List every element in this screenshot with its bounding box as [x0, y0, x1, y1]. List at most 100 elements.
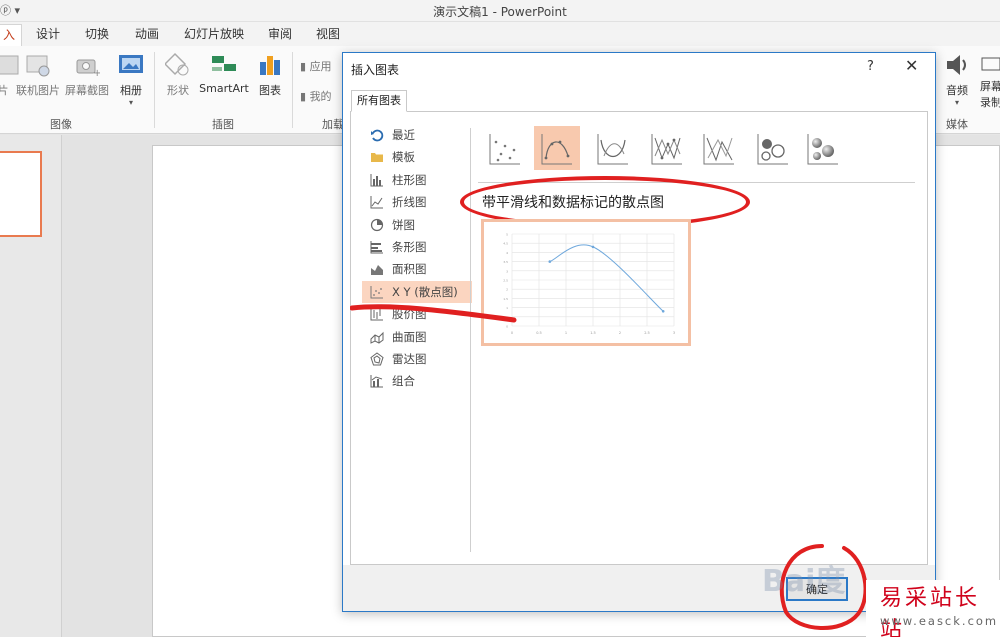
- subtype-scatter-smooth-lines-markers[interactable]: [534, 126, 580, 170]
- category-radar[interactable]: 雷达图: [362, 348, 472, 370]
- subtype-3d-bubble[interactable]: [800, 126, 846, 170]
- store-button[interactable]: ▮ 应用: [300, 58, 344, 74]
- shapes-button[interactable]: 形状: [162, 52, 194, 98]
- shapes-icon: [165, 52, 189, 76]
- category-templates[interactable]: 模板: [362, 146, 472, 168]
- category-recent[interactable]: 最近: [362, 124, 472, 146]
- slide-thumbnail[interactable]: [0, 151, 42, 237]
- chart-category-list: 最近 模板 柱形图 折线图 饼图 条形图 面积图 X Y (散点图) 股价图 曲…: [362, 124, 472, 393]
- pie-chart-icon: [370, 218, 384, 231]
- category-label: 面积图: [392, 262, 427, 277]
- dialog-title: 插入图表: [351, 63, 400, 77]
- shapes-label: 形状: [167, 84, 189, 97]
- chart-button[interactable]: 图表: [254, 52, 286, 98]
- x-tick-label: 2: [619, 331, 621, 335]
- my-addins-button[interactable]: ▮ 我的: [300, 88, 344, 104]
- category-pie[interactable]: 饼图: [362, 214, 472, 236]
- store-icon: ▮: [300, 60, 310, 73]
- close-button[interactable]: ✕: [905, 56, 918, 75]
- site-watermark-name: 易采站长站: [880, 586, 981, 637]
- tab-review[interactable]: 审阅: [262, 24, 298, 46]
- scatter-markers-icon: [489, 134, 520, 165]
- screen-recording-label-1: 屏幕: [980, 80, 1000, 93]
- svg-text:+: +: [93, 68, 100, 78]
- category-combo[interactable]: 组合: [362, 370, 472, 392]
- ribbon-tabs: 入 设计 切换 动画 幻灯片放映 审阅 视图: [0, 22, 1000, 46]
- screen-recording-button[interactable]: 屏幕 录制: [980, 52, 1000, 110]
- online-picture-icon: [26, 55, 50, 77]
- slide-thumbnail-pane: [0, 135, 62, 637]
- images-group-label: 图像: [50, 118, 72, 131]
- tab-view[interactable]: 视图: [310, 24, 346, 46]
- tab-transitions[interactable]: 切换: [79, 24, 115, 46]
- illustrations-group-label: 插图: [212, 118, 234, 131]
- recent-icon: [371, 129, 384, 142]
- screenshot-label: 屏幕截图: [65, 84, 109, 97]
- tab-slideshow[interactable]: 幻灯片放映: [178, 24, 250, 46]
- media-group-label: 媒体: [946, 118, 968, 131]
- chart-series-line: [549, 244, 664, 312]
- screen-recording-icon: [981, 57, 1000, 71]
- x-tick-label: 3: [673, 331, 675, 335]
- window-title: 演示文稿1 - PowerPoint: [433, 5, 567, 19]
- chart-subtype-gallery: [480, 126, 920, 170]
- radar-chart-icon: [370, 352, 384, 366]
- category-bar[interactable]: 条形图: [362, 236, 472, 258]
- y-tick-label: 3: [506, 269, 508, 273]
- bubble-icon: [757, 134, 788, 165]
- my-addins-label: 我的: [309, 90, 332, 103]
- tab-insert[interactable]: 入: [0, 24, 23, 46]
- subtype-scatter[interactable]: [482, 126, 528, 170]
- audio-label: 音频: [946, 84, 968, 97]
- chart-icon: [260, 56, 280, 75]
- chart-x-ticks: 0 0.5 1 1.5 2 2.5 3: [511, 331, 675, 335]
- screen-recording-label-2: 录制: [980, 96, 1000, 109]
- y-tick-label: 4: [506, 251, 508, 255]
- screenshot-button[interactable]: + 屏幕截图: [63, 52, 111, 98]
- combo-chart-icon: [370, 375, 383, 388]
- subtype-scatter-smooth-lines[interactable]: [590, 126, 636, 170]
- online-pictures-button[interactable]: 联机图片: [14, 52, 62, 98]
- speaker-icon: [947, 55, 966, 75]
- category-label: 雷达图: [392, 351, 427, 366]
- site-watermark-url: www.easck.com: [880, 614, 999, 628]
- subtype-scatter-straight-lines[interactable]: [696, 126, 742, 170]
- scatter-smooth-lines-markers-icon: [541, 134, 572, 165]
- line-chart-icon: [370, 196, 383, 209]
- chart-point: [661, 309, 665, 313]
- tab-all-charts[interactable]: 所有图表: [351, 90, 407, 112]
- subtype-bubble[interactable]: [750, 126, 796, 170]
- smartart-icon: [212, 56, 236, 71]
- y-tick-label: 2.5: [503, 279, 508, 283]
- ribbon-separator: [292, 52, 293, 128]
- ribbon-separator: [154, 52, 155, 128]
- baidu-watermark: Bai度: [762, 564, 846, 599]
- x-tick-label: 2.5: [644, 331, 650, 335]
- subtype-scatter-straight-lines-markers[interactable]: [644, 126, 690, 170]
- scatter-straight-lines-markers-icon: [651, 134, 682, 165]
- x-tick-label: 1.5: [590, 331, 596, 335]
- category-label: 条形图: [392, 239, 427, 254]
- category-label: 折线图: [392, 195, 427, 210]
- scatter-straight-lines-icon: [703, 134, 734, 165]
- y-tick-label: 2: [506, 288, 508, 292]
- annotation-underline: [350, 304, 517, 323]
- help-button[interactable]: ?: [867, 59, 874, 74]
- 3d-bubble-icon: [807, 134, 838, 165]
- chart-label: 图表: [259, 84, 281, 97]
- camera-icon: +: [76, 59, 100, 78]
- dropdown-arrow-icon: ▾: [954, 98, 959, 107]
- category-column[interactable]: 柱形图: [362, 169, 472, 191]
- audio-button[interactable]: 音频 ▾: [942, 52, 972, 107]
- pictures-button[interactable]: 片: [0, 52, 19, 98]
- photo-album-label: 相册: [120, 84, 142, 97]
- category-line[interactable]: 折线图: [362, 191, 472, 213]
- category-area[interactable]: 面积图: [362, 258, 472, 280]
- smartart-button[interactable]: SmartArt: [198, 52, 250, 95]
- dropdown-arrow-icon: ▾: [128, 98, 133, 107]
- y-tick-label: 4.5: [503, 242, 508, 246]
- tab-animations[interactable]: 动画: [129, 24, 165, 46]
- photo-album-button[interactable]: 相册 ▾: [114, 52, 148, 107]
- y-tick-label: 5: [506, 233, 508, 237]
- tab-design[interactable]: 设计: [30, 24, 66, 46]
